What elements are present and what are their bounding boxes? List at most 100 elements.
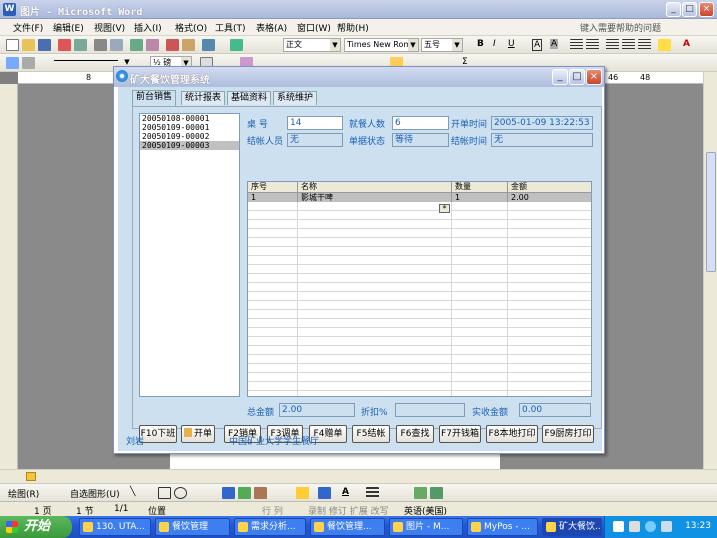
close-icon[interactable]: × (699, 2, 714, 17)
line-style-icon[interactable] (22, 57, 35, 69)
text-color-icon[interactable]: A (342, 487, 349, 497)
new-document-icon[interactable] (6, 39, 19, 51)
off-duty-button[interactable]: F10下班 (139, 425, 177, 443)
column-header-quantity[interactable]: 数量 (452, 182, 508, 193)
rectangle-icon[interactable] (158, 487, 171, 499)
table-row-cell[interactable]: 2.00 (508, 193, 591, 202)
help-tray-icon[interactable] (629, 521, 640, 532)
list-item[interactable]: 20050108-00001 (140, 114, 239, 123)
numbering-icon[interactable] (606, 39, 619, 51)
taskbar-item-active[interactable]: 矿大餐饮... (542, 518, 602, 536)
char-shading-icon[interactable]: A (550, 39, 559, 49)
line-color-icon[interactable] (318, 487, 331, 499)
list-item[interactable]: 20050109-00001 (140, 123, 239, 132)
line-weight-icon[interactable] (366, 487, 379, 499)
volume-icon[interactable] (661, 521, 672, 532)
paste-icon[interactable] (182, 39, 195, 51)
bullets-icon[interactable] (622, 39, 635, 51)
table-number-field[interactable]: 14 (287, 116, 343, 130)
horizontal-scrollbar[interactable] (0, 469, 717, 483)
taskbar-item[interactable]: 130. UTA... (79, 518, 151, 536)
list-item[interactable]: 20050109-00002 (140, 132, 239, 141)
list-item-selected[interactable]: 20050109-00003 (140, 141, 239, 150)
draw-menu[interactable]: 绘图(R) (8, 487, 39, 500)
vertical-scrollbar[interactable] (703, 72, 717, 469)
search-button[interactable]: F6查找 (396, 425, 434, 443)
dialog-close-icon[interactable]: × (586, 69, 602, 85)
email-icon[interactable] (74, 39, 87, 51)
justify-icon[interactable] (586, 39, 599, 51)
align-left-icon[interactable] (570, 39, 583, 51)
tab-reports[interactable]: 统计报表 (181, 91, 226, 105)
table-row-cell[interactable]: 1 (248, 193, 298, 202)
fill-color-icon[interactable] (296, 487, 309, 499)
help-search-input[interactable]: 键入需要帮助的问题 (578, 21, 714, 34)
new-row-marker[interactable]: * (439, 204, 450, 213)
open-order-button[interactable]: 开单 (181, 425, 215, 443)
menu-file[interactable]: 文件(F) (13, 21, 43, 34)
column-header-amount[interactable]: 金额 (508, 182, 591, 193)
menu-insert[interactable]: 插入(I) (134, 21, 162, 34)
menu-window[interactable]: 窗口(W) (297, 21, 331, 34)
indent-icon[interactable] (638, 39, 651, 51)
font-size-combo[interactable]: 五号 ▼ (421, 38, 463, 52)
clipart-icon[interactable] (238, 487, 251, 499)
permission-icon[interactable] (58, 39, 71, 51)
kitchen-print-button[interactable]: F9厨房打印 (542, 425, 594, 443)
shadow-icon[interactable] (414, 487, 427, 499)
spelling-icon[interactable] (130, 39, 143, 51)
dialog-minimize-icon[interactable]: _ (552, 69, 568, 85)
print-icon[interactable] (94, 39, 107, 51)
autoshape-menu[interactable]: 自选图形(U) (70, 487, 120, 500)
local-print-button[interactable]: F8本地打印 (486, 425, 538, 443)
picture-icon[interactable] (254, 487, 267, 499)
column-header-index[interactable]: 序号 (248, 182, 298, 193)
diagram-icon[interactable] (222, 487, 235, 499)
table-row-cell[interactable]: 影城干啤 (298, 193, 452, 202)
taskbar-item[interactable]: 图片 - M... (389, 518, 463, 536)
menu-tools[interactable]: 工具(T) (215, 21, 246, 34)
3d-icon[interactable] (430, 487, 443, 499)
view-mode-icon[interactable] (26, 472, 36, 481)
font-combo[interactable]: Times New Roman ▼ (344, 38, 419, 52)
start-button[interactable]: 开始 (0, 516, 72, 538)
style-combo[interactable]: 正文 ▼ (283, 38, 341, 52)
open-cash-drawer-button[interactable]: F7开钱箱 (439, 425, 481, 443)
tray-icon[interactable] (613, 521, 624, 532)
order-items-grid[interactable]: 序号 名称 数量 金额 1 影城干啤 1 2.00 * (247, 181, 592, 397)
cut-icon[interactable] (166, 39, 179, 51)
table-row-cell[interactable]: 1 (452, 193, 508, 202)
italic-icon[interactable]: I (493, 39, 496, 49)
taskbar-item[interactable]: 餐饮管理 (155, 518, 230, 536)
maximize-icon[interactable]: □ (682, 2, 697, 17)
taskbar-item[interactable]: 餐饮管理... (310, 518, 385, 536)
taskbar-item[interactable]: 需求分析... (234, 518, 306, 536)
menu-table[interactable]: 表格(A) (256, 21, 287, 34)
open-folder-icon[interactable] (22, 39, 35, 51)
save-icon[interactable] (38, 39, 51, 51)
diners-field[interactable]: 6 (392, 116, 449, 130)
tab-system-maintenance[interactable]: 系统维护 (273, 91, 318, 105)
highlight-icon[interactable] (658, 39, 671, 51)
hyperlink-icon[interactable] (230, 39, 243, 51)
discount-field[interactable] (395, 403, 465, 417)
minimize-icon[interactable]: _ (666, 2, 681, 17)
order-list[interactable]: 20050108-00001 20050109-00001 20050109-0… (139, 113, 240, 397)
column-header-name[interactable]: 名称 (298, 182, 452, 193)
scroll-thumb[interactable] (706, 152, 716, 272)
checkout-button[interactable]: F5结帐 (352, 425, 390, 443)
oval-icon[interactable] (174, 487, 187, 499)
menu-view[interactable]: 视图(V) (94, 21, 125, 34)
line-tool-icon[interactable]: ╲ (130, 487, 135, 497)
research-icon[interactable] (146, 39, 159, 51)
char-border-icon[interactable]: A (532, 39, 543, 51)
menu-format[interactable]: 格式(O) (175, 21, 207, 34)
menu-help[interactable]: 帮助(H) (337, 21, 369, 34)
tab-front-sales[interactable]: 前台销售 (132, 90, 177, 106)
taskbar-item[interactable]: MyPos - ... (467, 518, 538, 536)
print-preview-icon[interactable] (110, 39, 123, 51)
network-icon[interactable] (645, 521, 656, 532)
underline-icon[interactable]: U (508, 39, 515, 49)
font-color-icon[interactable]: A (683, 39, 690, 49)
format-icon[interactable] (6, 57, 19, 69)
